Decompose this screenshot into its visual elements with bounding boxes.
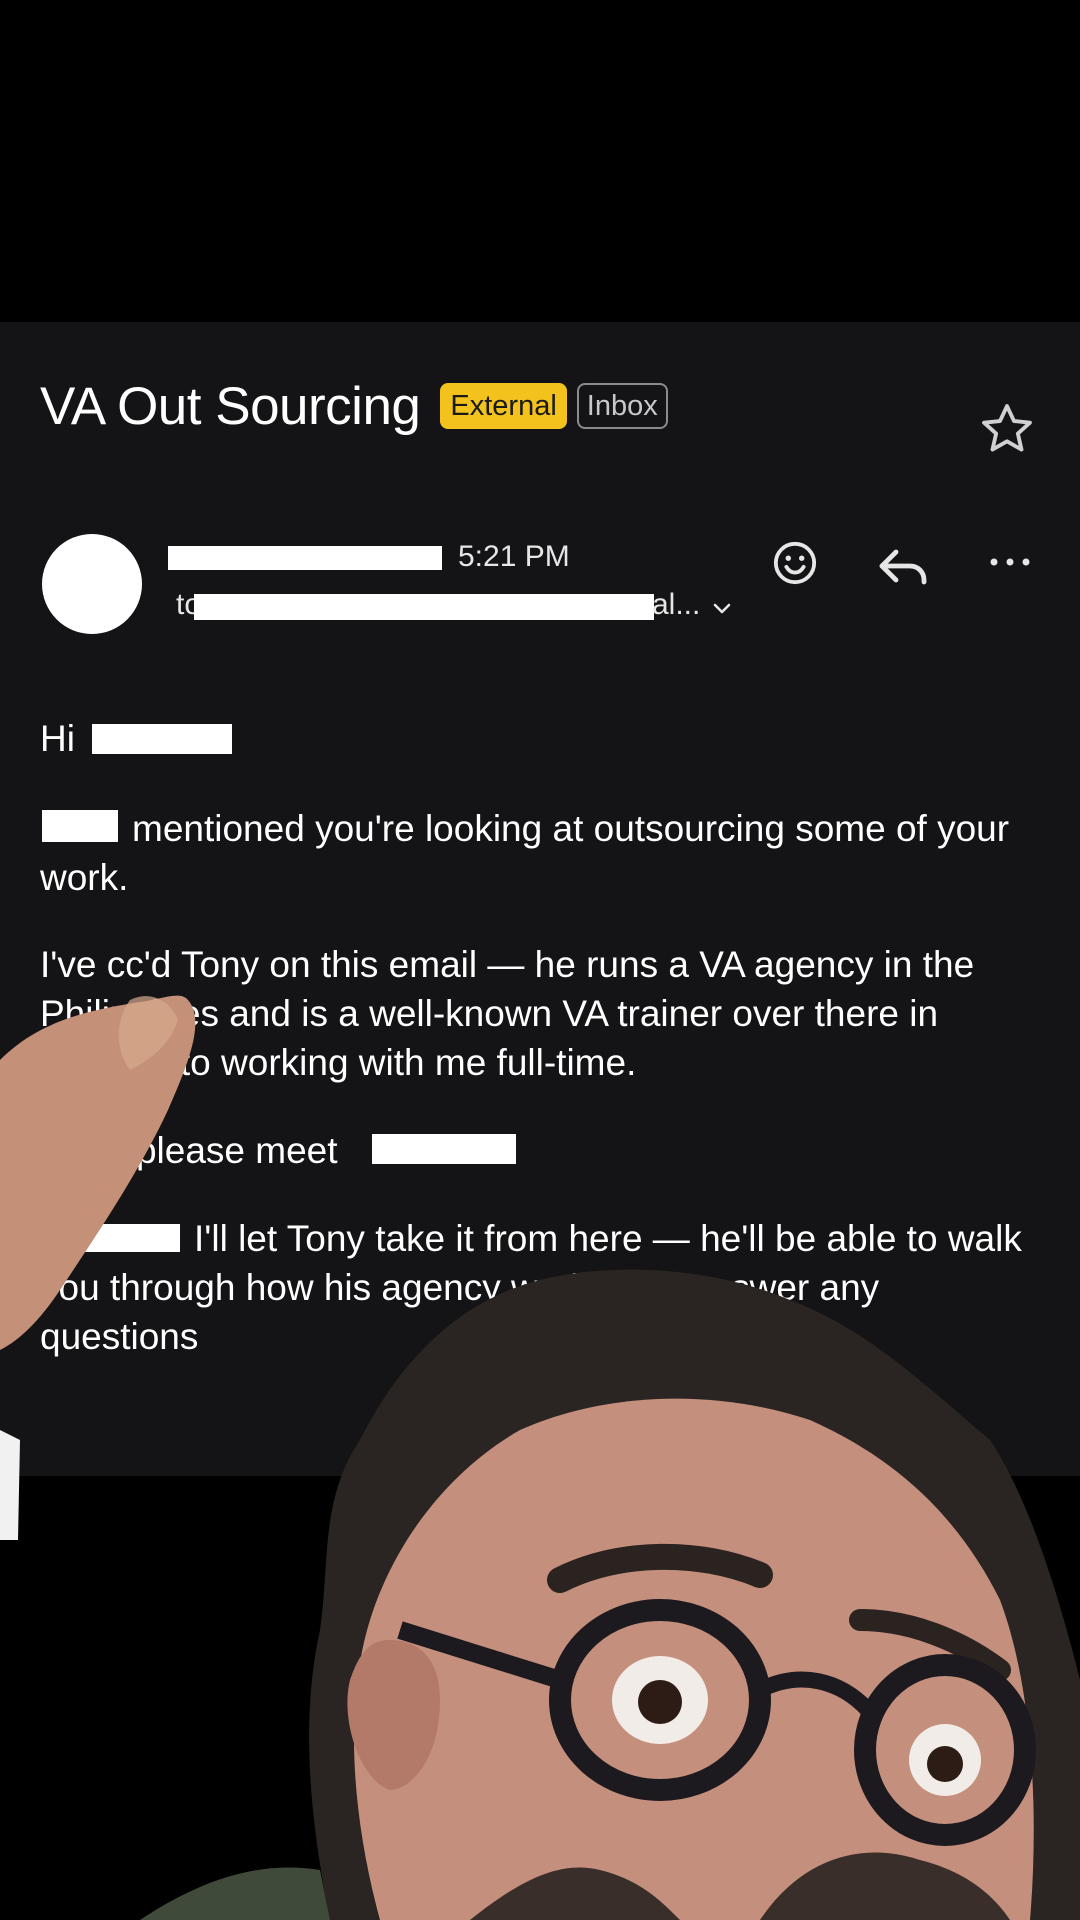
sender-avatar[interactable]: [42, 534, 142, 634]
recipient-name-redacted-2: [80, 1224, 180, 1252]
chevron-down-icon[interactable]: [710, 596, 734, 620]
paragraph-4: I'll let Tony take it from here — he'll …: [40, 1214, 1040, 1361]
sent-time: 5:21 PM: [458, 540, 570, 573]
paragraph-3: Tony, please meet: [40, 1126, 1040, 1175]
paragraph-1: mentioned you're looking at outsourcing …: [40, 804, 1040, 902]
inbox-label[interactable]: Inbox: [576, 383, 668, 429]
subject-row: VA Out Sourcing External Inbox: [40, 374, 668, 438]
paragraph-3-text: Tony, please meet: [40, 1130, 338, 1171]
paragraph-2-text: I've cc'd Tony on this email — he runs a…: [40, 944, 975, 1083]
paragraph-1-text: mentioned you're looking at outsourcing …: [40, 808, 1010, 898]
star-icon[interactable]: [978, 400, 1036, 458]
external-badge: External: [440, 383, 567, 429]
referrer-name-redacted: [42, 810, 118, 842]
shoulder: [140, 1867, 330, 1920]
emoji-icon[interactable]: [772, 540, 818, 586]
recipients-suffix[interactable]: al...: [652, 588, 700, 622]
sender-name-redacted: [168, 546, 442, 570]
email-subject: VA Out Sourcing: [40, 376, 421, 436]
recipients-redacted: [194, 594, 654, 620]
paragraph-2: I've cc'd Tony on this email — he runs a…: [40, 940, 1040, 1087]
greeting-text: Hi: [40, 718, 75, 759]
recipient-name-redacted: [372, 1134, 516, 1164]
paragraph-4-text: I'll let Tony take it from here — he'll …: [40, 1218, 1022, 1357]
reply-icon[interactable]: [878, 546, 930, 586]
more-icon[interactable]: [986, 552, 1034, 572]
greeting-name-redacted: [92, 724, 232, 754]
